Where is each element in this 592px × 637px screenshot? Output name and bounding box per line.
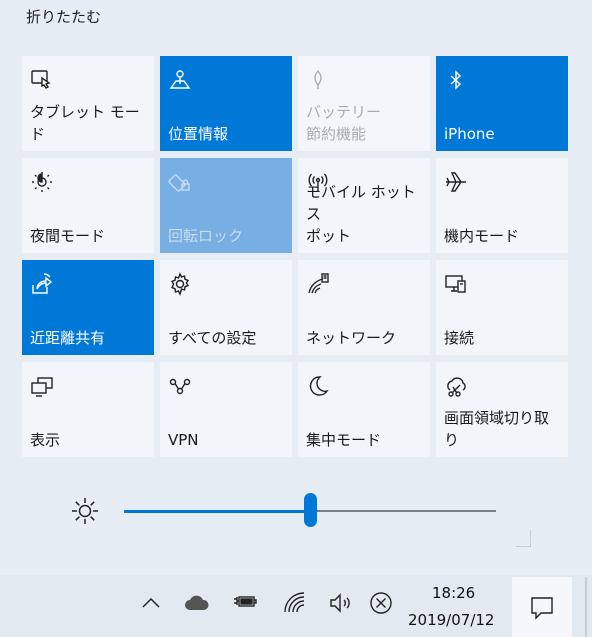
tile-label: 位置情報 [168,125,229,143]
screen-snip-icon [444,374,468,398]
onedrive-cloud-icon[interactable] [184,590,210,616]
tile-bluetooth-iphone[interactable]: iPhone [436,56,568,151]
collapse-link[interactable]: 折りたたむ [26,6,101,27]
location-icon [168,68,192,92]
brightness-track-filled[interactable] [124,510,311,513]
clock-date[interactable]: 2019/07/12 [408,611,494,629]
wifi-icon[interactable] [282,590,308,616]
brightness-track-empty[interactable] [311,510,496,512]
airplane-icon [444,170,468,194]
tile-nearby-share[interactable]: 近距離共有 [22,260,154,355]
brightness-sun-icon [70,496,100,526]
tile-rotation-lock[interactable]: 回転ロック [160,158,292,253]
tile-tablet-mode[interactable]: タブレット モード [22,56,154,151]
tile-label: ネットワーク [306,329,397,347]
tile-label: 夜間モード [30,227,106,245]
nearby-share-icon [30,272,54,296]
show-desktop-edge[interactable] [585,577,587,637]
tile-screen-snip[interactable]: 画面領域切り取 り [436,362,568,457]
tablet-mode-icon [30,68,54,92]
tile-network[interactable]: ネットワーク [298,260,430,355]
rotation-lock-icon [168,170,192,194]
action-center-button[interactable] [512,577,572,637]
focus-assist-moon-icon [306,374,330,398]
tile-focus-assist[interactable]: 集中モード [298,362,430,457]
tile-label: タブレット モード [30,103,140,143]
volume-icon[interactable] [328,590,354,616]
tile-label: 回転ロック [168,227,244,245]
tile-connect[interactable]: 接続 [436,260,568,355]
tile-label: 接続 [444,329,475,347]
tile-label: 機内モード [444,227,520,245]
battery-saver-icon [306,68,330,92]
connect-icon [444,272,468,296]
mic-muted-icon[interactable] [368,590,394,616]
tile-vpn[interactable]: VPN [160,362,292,457]
tile-label: 近距離共有 [30,329,106,347]
tile-label: すべての設定 [168,329,257,347]
resize-grip [516,530,531,547]
action-center-panel: 折りたたむ タブレット モード 位置情報 バッテリー 節約機能 iPhone 夜… [0,0,592,575]
project-display-icon [30,374,54,398]
chevron-up-icon[interactable] [138,590,164,616]
tile-label: 画面領域切り取 り [444,409,550,449]
tile-all-settings[interactable]: すべての設定 [160,260,292,355]
tile-label: バッテリー 節約機能 [306,103,382,143]
brightness-slider-thumb[interactable] [304,493,317,527]
tile-battery-saver[interactable]: バッテリー 節約機能 [298,56,430,151]
notification-icon [531,597,553,620]
bluetooth-icon [444,68,468,92]
battery-plug-icon[interactable] [232,590,258,616]
tile-label: iPhone [444,125,495,143]
tile-mobile-hotspot[interactable]: モバイル ホットス ポット [298,158,430,253]
tile-label: VPN [168,431,199,449]
tile-label: 集中モード [306,431,382,449]
night-light-icon [30,170,54,194]
tile-night-light[interactable]: 夜間モード [22,158,154,253]
tile-project-display[interactable]: 表示 [22,362,154,457]
tile-label: 表示 [30,431,61,449]
network-icon [306,272,330,296]
tile-label: モバイル ホットス ポット [306,183,416,245]
vpn-icon [168,374,192,398]
tile-airplane-mode[interactable]: 機内モード [436,158,568,253]
tile-location[interactable]: 位置情報 [160,56,292,151]
clock-time[interactable]: 18:26 [432,584,475,602]
gear-icon [168,272,192,296]
